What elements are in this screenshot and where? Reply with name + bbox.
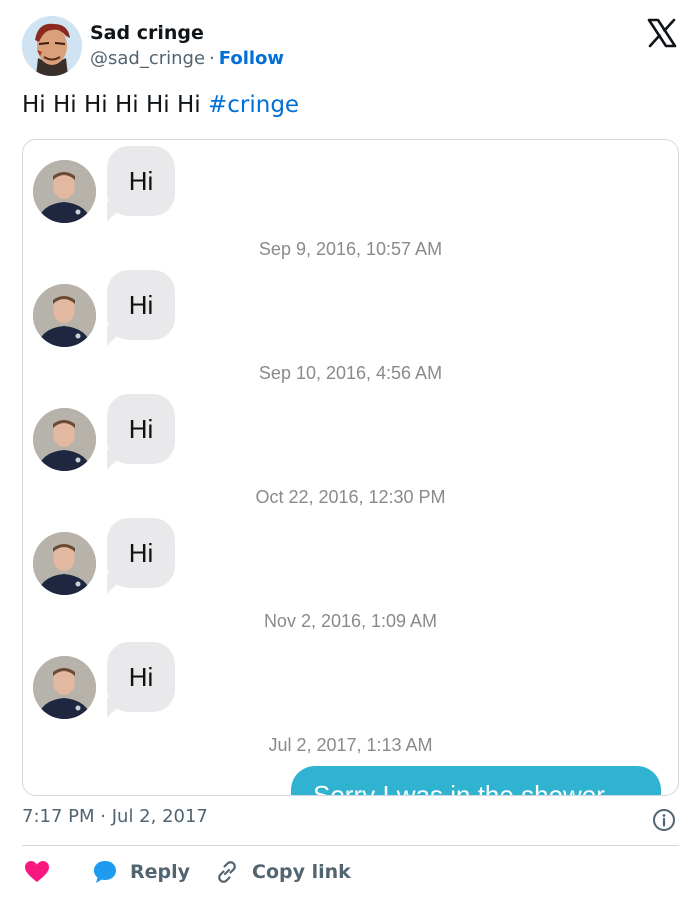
speech-bubble-icon bbox=[94, 861, 116, 883]
author-avatar[interactable] bbox=[22, 16, 82, 76]
message-row: Hi Sep 9, 2016, 10:57 AM bbox=[23, 140, 678, 264]
sender-avatar bbox=[33, 656, 96, 719]
reply-button[interactable]: Reply bbox=[92, 856, 190, 888]
tweet-date: Jul 2, 2017 bbox=[111, 806, 208, 827]
time-separator: · bbox=[100, 806, 106, 827]
tweet-time: 7:17 PM bbox=[22, 806, 95, 827]
message-row: Hi Sep 10, 2016, 4:56 AM bbox=[23, 264, 678, 388]
follow-button[interactable]: Follow bbox=[219, 48, 284, 69]
copy-link-button[interactable]: Copy link bbox=[214, 856, 351, 888]
bubble-tail bbox=[107, 202, 125, 222]
reply-bubble: Sorry I was in the shower bbox=[291, 766, 661, 796]
x-logo-icon[interactable] bbox=[647, 18, 677, 48]
copy-link-label: Copy link bbox=[252, 861, 351, 883]
message-timestamp: Sep 10, 2016, 4:56 AM bbox=[258, 363, 443, 383]
info-icon[interactable] bbox=[652, 808, 676, 832]
author-handle-row: @sad_cringe · Follow bbox=[90, 48, 284, 69]
bubble-tail bbox=[107, 450, 125, 470]
tweet-media[interactable]: Hi Sep 9, 2016, 10:57 AM Hi Sep 10, 2016… bbox=[22, 139, 679, 796]
bubble-tail bbox=[107, 574, 125, 594]
sender-avatar bbox=[33, 408, 96, 471]
message-row: Hi Nov 2, 2016, 1:09 AM bbox=[23, 512, 678, 636]
reply-bubble-text: Sorry I was in the shower bbox=[313, 780, 605, 796]
message-timestamp: Jul 2, 2017, 1:13 AM bbox=[268, 735, 433, 755]
sender-avatar bbox=[33, 284, 96, 347]
heart-icon bbox=[25, 861, 49, 882]
tweet-timestamp[interactable]: 7:17 PM · Jul 2, 2017 bbox=[22, 806, 208, 827]
sender-avatar bbox=[33, 532, 96, 595]
reply-label: Reply bbox=[130, 861, 191, 883]
hashtag-link[interactable]: #cringe bbox=[208, 92, 299, 118]
message-row: Hi Oct 22, 2016, 12:30 PM bbox=[23, 388, 678, 512]
link-icon bbox=[218, 861, 236, 883]
like-button[interactable] bbox=[24, 856, 50, 888]
bubble-tail bbox=[107, 326, 125, 346]
footer-divider bbox=[22, 845, 679, 846]
message-timestamp: Oct 22, 2016, 12:30 PM bbox=[255, 487, 446, 507]
action-bar: Reply Copy link bbox=[22, 856, 679, 888]
bubble-tail bbox=[107, 698, 125, 718]
author-name[interactable]: Sad cringe bbox=[90, 22, 204, 44]
message-timestamp: Nov 2, 2016, 1:09 AM bbox=[263, 611, 438, 631]
sender-avatar bbox=[33, 160, 96, 223]
tweet-text: Hi Hi Hi Hi Hi Hi #cringe bbox=[22, 92, 299, 118]
handle-separator: · bbox=[209, 48, 215, 69]
tweet-body: Hi Hi Hi Hi Hi Hi bbox=[22, 92, 201, 118]
tweet-embed-card: Sad cringe @sad_cringe · Follow Hi Hi Hi H… bbox=[0, 0, 700, 898]
author-handle[interactable]: @sad_cringe bbox=[90, 48, 205, 69]
message-timestamp: Sep 9, 2016, 10:57 AM bbox=[258, 239, 443, 259]
message-row: Hi Jul 2, 2017, 1:13 AM bbox=[23, 636, 678, 760]
